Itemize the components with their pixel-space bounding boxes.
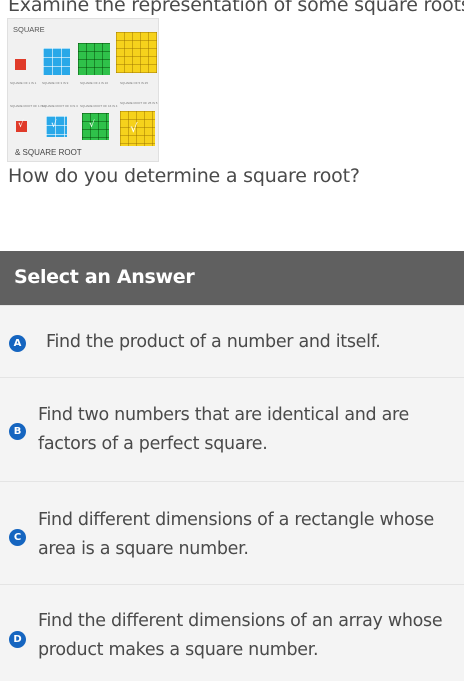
option-letter-badge: A (9, 335, 26, 352)
root-symbol-icon: √ (51, 120, 57, 130)
root-symbol-icon: √ (130, 121, 138, 135)
green-square (78, 43, 110, 75)
top-label-1: SQUARE OF 1 IS 1 (10, 81, 37, 85)
root-symbol-icon: √ (18, 120, 24, 130)
option-letter-badge: C (9, 529, 26, 546)
top-label-3: SQUARE OF 4 IS 16 (80, 81, 109, 85)
yellow-root-square: √ (120, 111, 155, 146)
option-letter-badge: D (9, 631, 26, 648)
red-square (15, 59, 26, 70)
answer-option-text: Find two numbers that are identical and … (38, 405, 410, 454)
root-symbol-icon: √ (89, 120, 95, 130)
top-label-2: SQUARE OF 3 IS 9 (42, 81, 69, 85)
figure-caption: & SQUARE ROOT (15, 148, 82, 157)
select-answer-header: Select an Answer (0, 251, 464, 305)
figure-title: SQUARE (13, 25, 45, 34)
red-root-square: √ (16, 120, 27, 132)
answer-option-c[interactable]: C Find different dimensions of a rectang… (0, 481, 464, 584)
blue-square (43, 48, 70, 75)
answer-option-a[interactable]: A Find the product of a number and itsel… (0, 305, 464, 377)
answer-option-text: Find the different dimensions of an arra… (38, 611, 443, 660)
top-label-4: SQUARE OF 5 IS 25 (120, 81, 149, 85)
yellow-square (116, 32, 157, 73)
question-prompt: How do you determine a square root? (8, 165, 360, 187)
root-label-1: SQUARE ROOT OF 1 IS 1 (10, 104, 46, 108)
root-label-3: SQUARE ROOT OF 16 IS 4 (80, 104, 118, 108)
root-label-2: SQUARE ROOT OF 9 IS 3 (42, 104, 78, 108)
question-intro: Examine the representation of some squar… (8, 0, 464, 16)
square-root-figure: SQUARE SQUARE OF 1 IS 1 SQUARE OF 3 IS 9… (7, 18, 159, 162)
answer-option-text: Find different dimensions of a rectangle… (38, 510, 434, 559)
answer-option-d[interactable]: D Find the different dimensions of an ar… (0, 584, 464, 681)
answer-option-b[interactable]: B Find two numbers that are identical an… (0, 377, 464, 481)
option-letter-badge: B (9, 423, 26, 440)
green-root-square: √ (82, 113, 109, 140)
blue-root-square: √ (46, 116, 67, 137)
root-label-4: SQUARE ROOT OF 25 IS 5 (120, 101, 158, 105)
answer-option-text: Find the product of a number and itself. (46, 332, 381, 352)
